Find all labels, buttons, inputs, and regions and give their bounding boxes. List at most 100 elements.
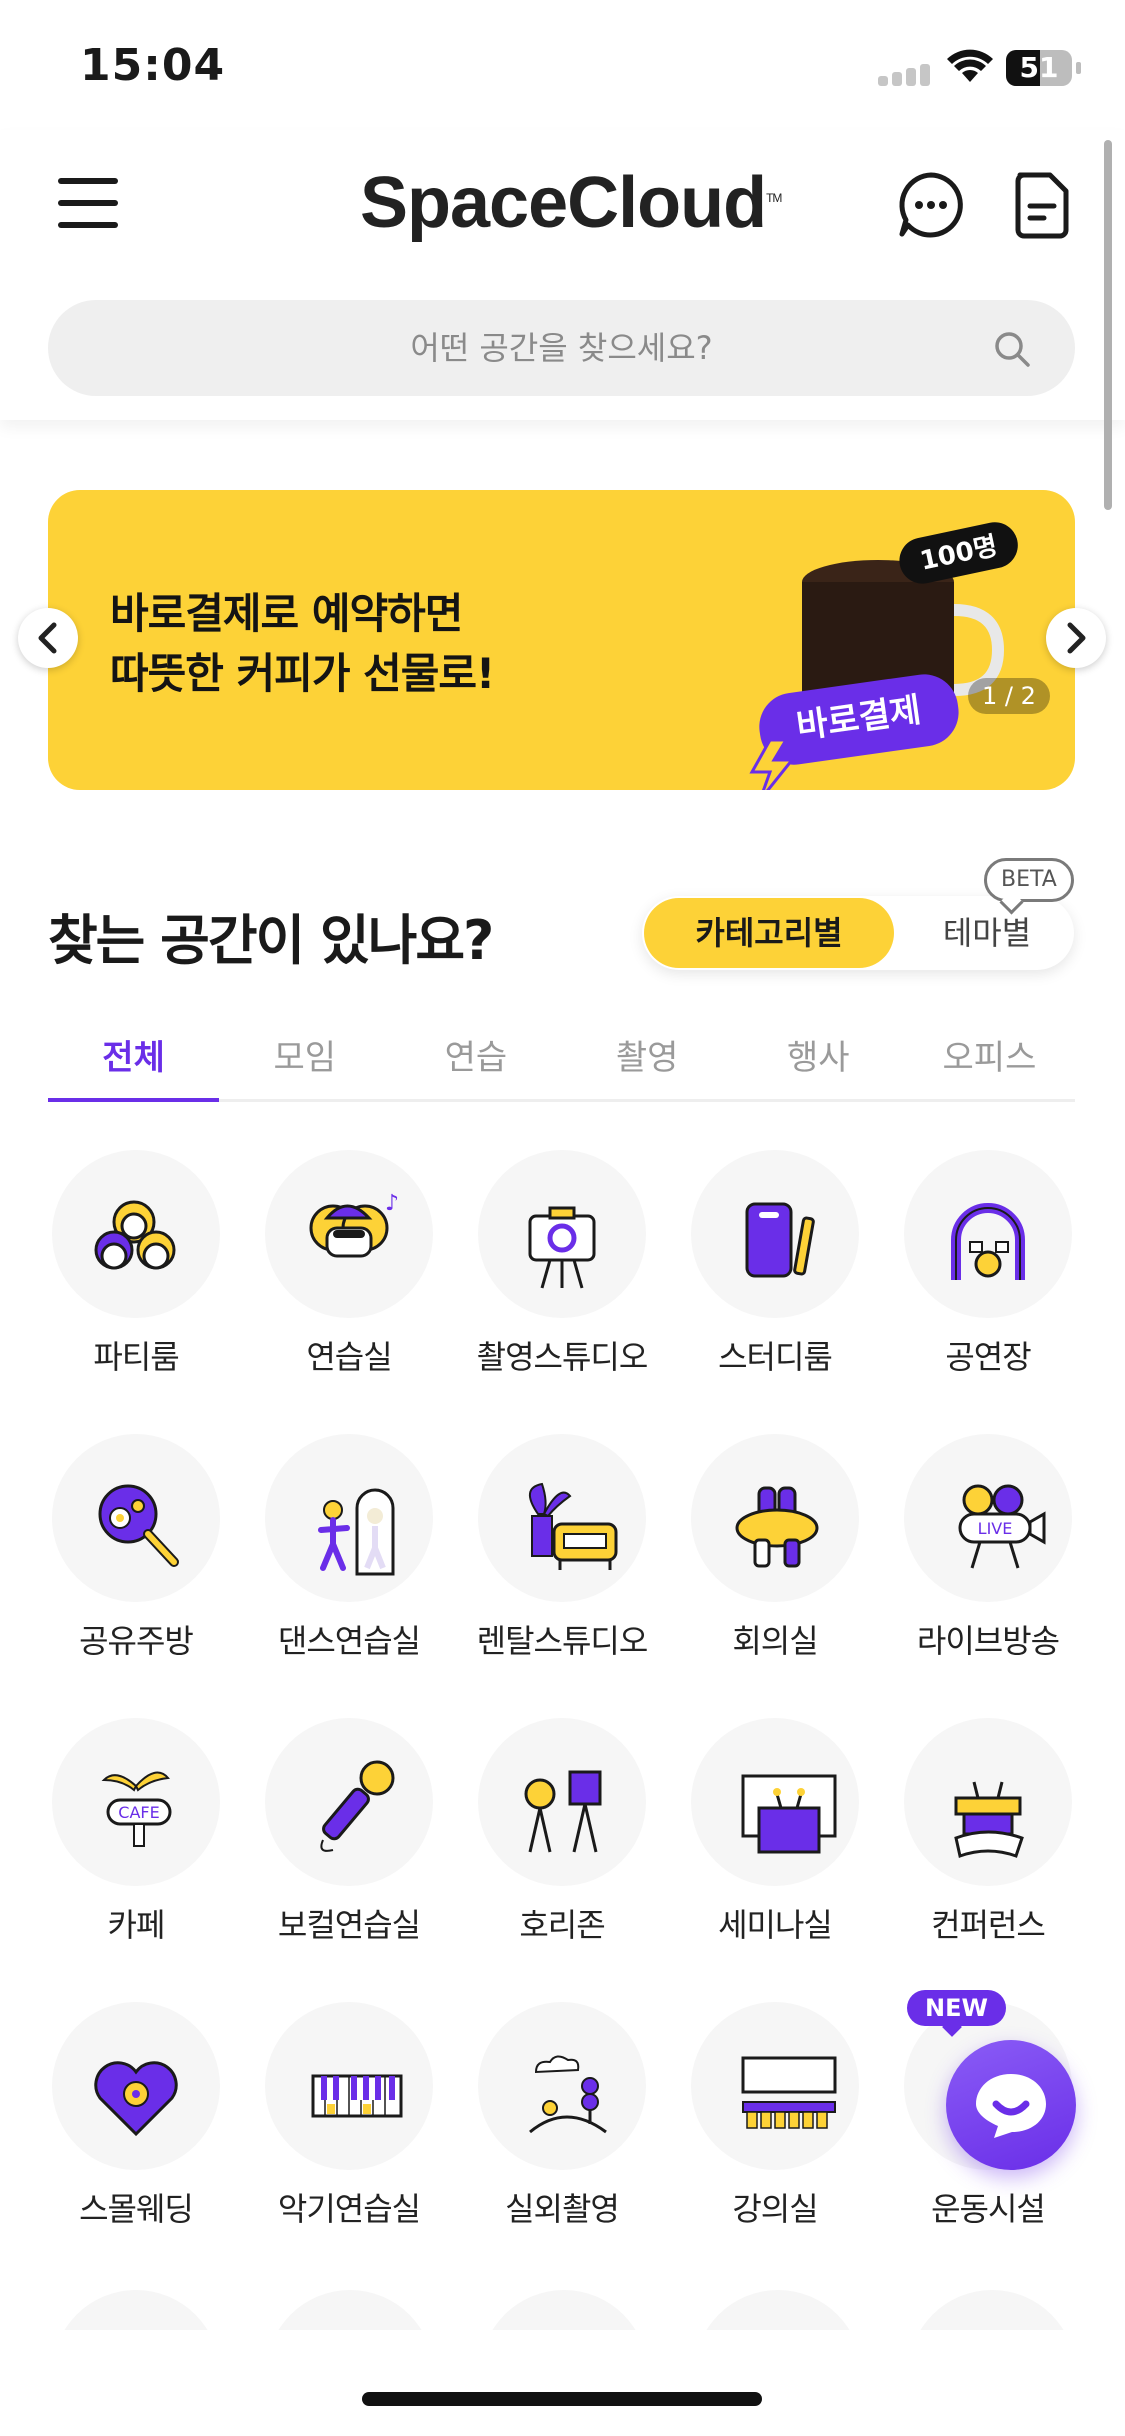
category-item[interactable]: 공연장 <box>882 1140 1094 1400</box>
search-icon[interactable] <box>993 330 1031 372</box>
category-label: 실외촬영 <box>505 2190 620 2228</box>
practice-room-icon: ♪ <box>265 1150 433 1318</box>
category-label: 파티룸 <box>93 1338 179 1376</box>
toggle-theme[interactable]: 테마별 <box>902 896 1072 970</box>
search-bar[interactable]: 어떤 공간을 찾으세요? <box>48 300 1075 396</box>
outdoor-shoot-icon <box>478 2002 646 2170</box>
new-badge: NEW <box>907 1990 1006 2026</box>
microphone-icon <box>265 1718 433 1886</box>
category-item[interactable]: 촬영스튜디오 <box>456 1140 668 1400</box>
scrollbar[interactable] <box>1104 140 1112 510</box>
piano-icon <box>265 2002 433 2170</box>
small-wedding-icon <box>52 2002 220 2170</box>
category-item[interactable]: 파티룸 <box>30 1140 242 1400</box>
promo-banner[interactable]: 바로결제로 예약하면 따뜻한 커피가 선물로! 100명 바로결제 1 / 2 <box>48 490 1075 790</box>
battery-level: 51 <box>1019 51 1059 84</box>
banner-line-2: 따뜻한 커피가 선물로! <box>110 649 495 698</box>
cellular-signal-icon <box>878 64 934 86</box>
category-label: 운동시설 <box>931 2190 1046 2228</box>
logo-text: SpaceCloud <box>360 163 767 243</box>
category-item[interactable]: 세미나실 <box>669 1708 881 1968</box>
svg-text:LIVE: LIVE <box>978 1519 1013 1538</box>
category-label: 악기연습실 <box>277 2190 421 2228</box>
rental-studio-icon <box>478 1434 646 1602</box>
category-item[interactable]: LIVE 라이브방송 <box>882 1424 1094 1684</box>
category-item[interactable]: 공유주방 <box>30 1424 242 1684</box>
category-label: 스몰웨딩 <box>79 2190 194 2228</box>
app-header: SpaceCloudTM 어떤 공간을 찾으세요? <box>0 130 1125 420</box>
category-label: 라이브방송 <box>916 1622 1060 1660</box>
category-item[interactable]: 댄스연습실 <box>243 1424 455 1684</box>
search-placeholder: 어떤 공간을 찾으세요? <box>410 329 713 367</box>
category-label: 컨퍼런스 <box>931 1906 1046 1944</box>
conference-icon <box>904 1718 1072 1886</box>
hamburger-menu-icon[interactable] <box>58 178 120 230</box>
svg-text:CAFE: CAFE <box>118 1803 159 1822</box>
category-label: 회의실 <box>732 1622 818 1660</box>
category-label: 강의실 <box>732 2190 818 2228</box>
coffee-mug-icon: 100명 바로결제 <box>749 522 1018 790</box>
category-item[interactable]: ♪ 연습실 <box>243 1140 455 1400</box>
category-tabs: 전체 모임 연습 촬영 행사 오피스 <box>48 1020 1075 1102</box>
chat-smile-icon <box>976 2074 1046 2138</box>
battery-icon: 51 <box>1006 50 1081 86</box>
category-label: 호리존 <box>519 1906 605 1944</box>
beta-badge: BETA <box>984 858 1074 902</box>
category-label: 카페 <box>107 1906 166 1944</box>
tab-event[interactable]: 행사 <box>733 1020 904 1099</box>
toggle-category[interactable]: 카테고리별 <box>644 898 894 968</box>
category-item[interactable]: 악기연습실 <box>243 1992 455 2252</box>
lecture-room-icon <box>691 2002 859 2170</box>
study-room-icon <box>691 1150 859 1318</box>
banner-page-counter: 1 / 2 <box>968 678 1050 714</box>
category-label: 댄스연습실 <box>277 1622 421 1660</box>
document-icon[interactable] <box>1012 170 1072 244</box>
category-label: 연습실 <box>306 1338 392 1376</box>
section-title: 찾는 공간이 있나요? <box>48 909 494 972</box>
tab-office[interactable]: 오피스 <box>904 1020 1075 1099</box>
status-bar: 15:04 51 <box>0 0 1125 130</box>
status-time: 15:04 <box>80 40 226 91</box>
camera-studio-icon <box>478 1150 646 1318</box>
tab-all[interactable]: 전체 <box>48 1020 220 1102</box>
live-broadcast-icon: LIVE <box>904 1434 1072 1602</box>
category-item[interactable]: 회의실 <box>669 1424 881 1684</box>
category-label: 렌탈스튜디오 <box>476 1622 649 1660</box>
next-row-peek <box>52 2290 1079 2330</box>
tab-shooting[interactable]: 촬영 <box>562 1020 733 1099</box>
seminar-room-icon <box>691 1718 859 1886</box>
category-item[interactable]: 보컬연습실 <box>243 1708 455 1968</box>
cafe-icon: CAFE <box>52 1718 220 1886</box>
category-item[interactable]: 실외촬영 <box>456 1992 668 2252</box>
category-item[interactable]: 호리존 <box>456 1708 668 1968</box>
party-people-icon <box>52 1150 220 1318</box>
category-item[interactable]: 스터디룸 <box>669 1140 881 1400</box>
shared-kitchen-icon <box>52 1434 220 1602</box>
category-label: 공연장 <box>945 1338 1031 1376</box>
category-item[interactable]: 스몰웨딩 <box>30 1992 242 2252</box>
banner-prev-button[interactable] <box>18 608 78 668</box>
chevron-left-icon <box>38 622 57 654</box>
app-logo[interactable]: SpaceCloudTM <box>360 162 782 244</box>
category-label: 보컬연습실 <box>277 1906 421 1944</box>
category-label: 공유주방 <box>79 1622 194 1660</box>
banner-line-1: 바로결제로 예약하면 <box>110 589 463 638</box>
category-item[interactable]: 강의실 <box>669 1992 881 2252</box>
category-item[interactable]: 컨퍼런스 <box>882 1708 1094 1968</box>
logo-trademark: TM <box>766 191 782 205</box>
wifi-icon <box>946 48 994 88</box>
chat-support-button[interactable] <box>946 2040 1076 2170</box>
meeting-room-icon <box>691 1434 859 1602</box>
tab-practice[interactable]: 연습 <box>390 1020 561 1099</box>
dance-studio-icon <box>265 1434 433 1602</box>
horizon-studio-icon <box>478 1718 646 1886</box>
category-label: 스터디룸 <box>718 1338 833 1376</box>
category-item[interactable]: 렌탈스튜디오 <box>456 1424 668 1684</box>
category-label: 촬영스튜디오 <box>476 1338 649 1376</box>
tab-gathering[interactable]: 모임 <box>219 1020 390 1099</box>
home-indicator[interactable] <box>362 2392 762 2406</box>
category-label: 세미나실 <box>718 1906 833 1944</box>
category-item[interactable]: CAFE 카페 <box>30 1708 242 1968</box>
banner-next-button[interactable] <box>1046 608 1106 668</box>
chat-bubble-icon[interactable] <box>896 170 966 244</box>
